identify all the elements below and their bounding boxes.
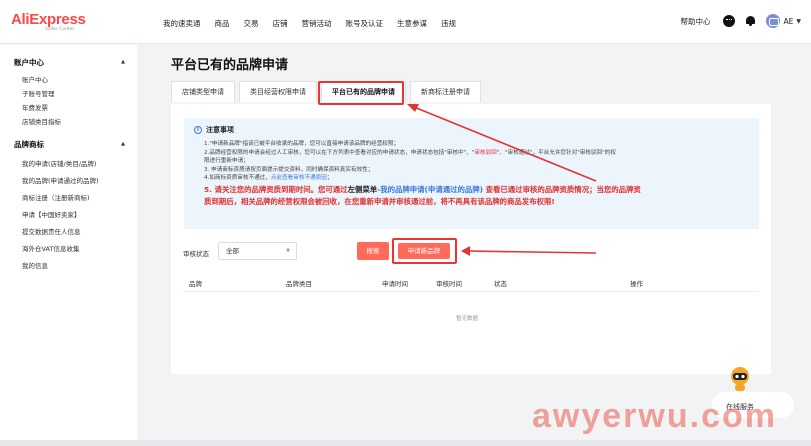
sidebar-section-header[interactable]: 账户中心 ▲ <box>0 55 137 69</box>
column-apply-time: 申请时间 <box>382 280 408 288</box>
empty-state-text: 暂无数据 <box>456 316 479 322</box>
sidebar-section-account: 账户中心 ▲ 账户中心 子账号管理 年费发票 店铺类目指标 <box>0 55 137 129</box>
notice-text: 4.如商标资质审核不通过， <box>204 175 271 182</box>
sidebar-item-account-center[interactable]: 账户中心 <box>0 73 137 87</box>
sidebar-section-title: 账户中心 <box>14 57 44 67</box>
help-center-link[interactable]: 帮助中心 <box>681 16 711 27</box>
logo-text: AliExpress <box>11 11 86 28</box>
column-brand: 品牌 <box>189 280 202 288</box>
nav-right-tools: 帮助中心 AE ▼ <box>681 14 801 28</box>
sidebar-item-category-metrics[interactable]: 店铺类目指标 <box>0 115 137 129</box>
bell-icon[interactable] <box>745 15 756 27</box>
notice-line-2: 2.品牌经营权限的申请会经过人工审核，您可以在下方列表中查看对应的申请状态，申请… <box>204 149 749 158</box>
tab-store-type[interactable]: 店铺类型申请 <box>171 81 235 102</box>
sidebar-item-my-brands[interactable]: 我的品牌(申请通过的品牌) <box>0 173 137 190</box>
table-header: 品牌 品牌类目 申请时间 审核时间 状态 操作 <box>183 274 759 292</box>
notice-title: 注意事项 <box>206 126 234 134</box>
rejection-reason-link[interactable]: 点此查看审核不通原因 <box>271 175 327 181</box>
watermark: awyerwu.com <box>532 397 777 435</box>
nav-item-business-analytics[interactable]: 生意参谋 <box>397 18 427 29</box>
chevron-up-icon[interactable]: ▲ <box>121 59 125 65</box>
search-button[interactable]: 搜索 <box>357 242 389 260</box>
aliexpress-logo[interactable]: AliExpress Seller Center <box>11 11 86 32</box>
main-nav: 我的速卖通 商品 交易 店铺 营销活动 账号及认证 生意参谋 违规 <box>163 18 470 29</box>
sidebar-item-my-applications[interactable]: 我的申请(店铺/类目/品牌) <box>0 156 137 173</box>
sidebar-item-trademark-registration[interactable]: 商标注册（注册新商标) <box>0 190 137 207</box>
column-review-time: 审核时间 <box>436 280 462 288</box>
avatar[interactable] <box>765 14 780 28</box>
left-menu-text: 左侧菜单 <box>347 184 378 194</box>
sidebar-item-overseas-vat[interactable]: 海外仓VAT信息收集 <box>0 241 137 258</box>
tab-category-permission[interactable]: 类目经营权限申请 <box>239 81 317 102</box>
user-account-name[interactable]: AE <box>784 17 794 26</box>
nav-item-store[interactable]: 店铺 <box>273 18 288 29</box>
sidebar-item-my-info[interactable]: 我的信息 <box>0 258 137 275</box>
nav-item-marketing[interactable]: 营销活动 <box>302 18 332 29</box>
notice-text: 2.品牌经营权限的申请会经过人工审核，您可以在下方列表中查看对应的申请状态，申请… <box>204 149 475 156</box>
notice-text: ； <box>326 175 333 182</box>
page-title: 平台已有的品牌申请 <box>171 58 289 73</box>
notice-text: 5. 请关注您的品牌资质到期时间。您可通过 <box>204 184 348 194</box>
column-actions: 操作 <box>630 280 643 288</box>
notice-line-5: 5. 请关注您的品牌资质到期时间。您可通过左侧菜单-我的品牌申请(申请通过的品牌… <box>204 184 749 195</box>
sidebar-item-sub-accounts[interactable]: 子账号管理 <box>0 87 137 101</box>
annotation-box-apply <box>392 238 457 264</box>
logo-subtitle: Seller Center <box>45 27 75 32</box>
tab-new-trademark[interactable]: 新商标注册申请 <box>410 81 481 102</box>
chevron-down-icon[interactable]: ▼ <box>796 18 801 25</box>
notice-text: "、"审核通过"，平台允许您针对"审核驳回"的权 <box>496 149 616 156</box>
sidebar-item-data-officer[interactable]: 提交数据责任人信息 <box>0 224 137 241</box>
notice-highlight: 审核驳回 <box>474 149 497 156</box>
sidebar-section-title: 品牌商标 <box>14 139 44 149</box>
nav-item-account[interactable]: 账号及认证 <box>346 18 384 29</box>
chevron-up-icon[interactable]: ▲ <box>121 141 125 147</box>
review-status-label: 审核状态 <box>183 250 209 258</box>
notice-content: 1."申请新品牌"指该已被平台收录的品牌，您可以直接申请该品牌的经营权限； 2.… <box>204 140 749 207</box>
top-navigation-bar: AliExpress Seller Center 我的速卖通 商品 交易 店铺 … <box>0 0 811 44</box>
sidebar-item-annual-fee-invoice[interactable]: 年费发票 <box>0 101 137 115</box>
notice-line-2-cont: 限进行重新申请； <box>204 158 249 165</box>
notice-line-1: 1."申请新品牌"指该已被平台收录的品牌，您可以直接申请该品牌的经营权限； <box>204 141 400 147</box>
bottom-strip <box>0 440 811 446</box>
notice-line-5-cont: 质到期后，相关品牌的经营权限会被回收，在您重新申请并审核通过前，将不再具有该品牌… <box>204 196 555 206</box>
message-icon[interactable] <box>722 15 735 27</box>
notice-line-4: 4.如商标资质审核不通过，点此查看审核不通原因； <box>204 174 749 183</box>
nav-item-my-aliexpress[interactable]: 我的速卖通 <box>163 18 201 29</box>
notice-text: 查看已通过审核的品牌资质情况；当您的品牌资 <box>483 184 641 194</box>
nav-item-orders[interactable]: 交易 <box>244 18 259 29</box>
notice-line-3: 3. 申请商标资质请按页面提示提交资料，同时确保资料真实有效性； <box>204 166 374 173</box>
select-value: 全部 <box>226 247 239 255</box>
annotation-box-tab <box>318 81 404 105</box>
column-brand-category: 品牌类目 <box>286 280 312 288</box>
notice-box: i 注意事项 1."申请新品牌"指该已被平台收录的品牌，您可以直接申请该品牌的经… <box>184 118 759 229</box>
sidebar-item-good-seller[interactable]: 申请【中国好卖家】 <box>0 207 137 224</box>
sidebar-section-brand: 品牌商标 ▲ 我的申请(店铺/类目/品牌) 我的品牌(申请通过的品牌) 商标注册… <box>0 137 137 275</box>
sidebar-section-header[interactable]: 品牌商标 ▲ <box>0 137 137 151</box>
my-brand-link[interactable]: -我的品牌申请(申请通过的品牌) <box>377 185 483 194</box>
chevron-down-icon: ▼ <box>286 248 290 254</box>
nav-item-violations[interactable]: 违规 <box>441 18 456 29</box>
review-status-select[interactable]: 全部 ▼ <box>218 242 297 260</box>
column-status: 状态 <box>494 280 507 288</box>
info-icon: i <box>194 126 202 134</box>
nav-item-products[interactable]: 商品 <box>215 18 230 29</box>
sidebar: 账户中心 ▲ 账户中心 子账号管理 年费发票 店铺类目指标 品牌商标 ▲ 我的申… <box>0 45 137 446</box>
mascot-icon[interactable] <box>729 366 751 392</box>
